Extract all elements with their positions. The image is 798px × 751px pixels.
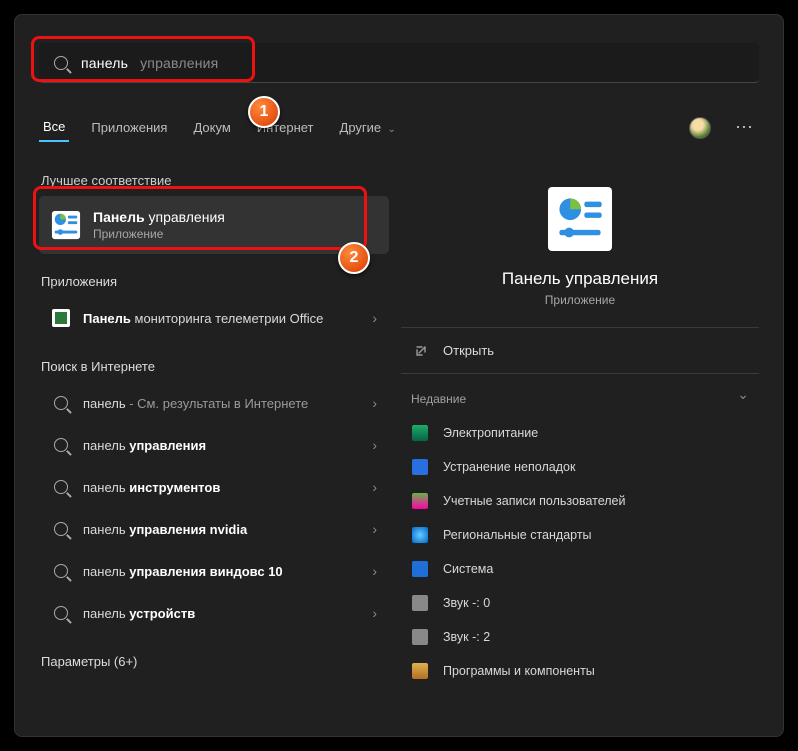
region-icon [411, 526, 429, 544]
web-result-row[interactable]: панель управления nvidia › [39, 508, 389, 550]
system-icon [411, 560, 429, 578]
open-icon [411, 341, 431, 361]
best-match-subtitle: Приложение [93, 227, 225, 241]
chevron-right-icon: › [372, 521, 377, 537]
recent-label: Недавние [411, 392, 759, 406]
chevron-right-icon: › [372, 605, 377, 621]
web-result-row[interactable]: панель устройств › [39, 592, 389, 634]
search-bar[interactable]: панель управления [39, 43, 759, 83]
recent-item-label: Устранение неполадок [443, 460, 575, 474]
web-result-text: панель устройств [83, 606, 360, 621]
app-result-row[interactable]: Панель мониторинга телеметрии Office › [39, 297, 389, 339]
web-result-text: панель управления [83, 438, 360, 453]
best-match-item[interactable]: Панель управления Приложение [39, 196, 389, 254]
tab-documents[interactable]: Докум [189, 114, 234, 141]
app-result-text: Панель мониторинга телеметрии Office [83, 311, 360, 326]
troubleshoot-icon [411, 458, 429, 476]
sound-icon [411, 594, 429, 612]
recent-item[interactable]: Устранение неполадок [401, 450, 759, 484]
results-left-column: Лучшее соответствие Панель управления Пр… [39, 165, 389, 677]
power-icon [411, 424, 429, 442]
chevron-down-icon[interactable]: ⌄ [737, 386, 749, 403]
search-icon [51, 477, 71, 497]
search-icon [51, 393, 71, 413]
tab-apps[interactable]: Приложения [87, 114, 171, 141]
recent-item-label: Звук -: 2 [443, 630, 490, 644]
search-tabs: Все Приложения Докум Интернет Другие ⌄ ⋯ [39, 113, 759, 142]
web-result-text: панель инструментов [83, 480, 360, 495]
search-icon [51, 519, 71, 539]
tab-all[interactable]: Все [39, 113, 69, 142]
programs-icon [411, 662, 429, 680]
details-title: Панель управления [502, 269, 658, 289]
web-result-row[interactable]: панель инструментов › [39, 466, 389, 508]
recent-item[interactable]: Звук -: 2 [401, 620, 759, 654]
recent-item[interactable]: Учетные записи пользователей [401, 484, 759, 518]
search-typed-text: панель [81, 55, 128, 71]
settings-group-label: Параметры (6+) [41, 654, 389, 669]
recent-item-label: Региональные стандарты [443, 528, 592, 542]
details-right-panel: Панель управления Приложение Открыть ⌄ Н… [401, 165, 759, 688]
recent-item-label: Учетные записи пользователей [443, 494, 626, 508]
web-result-text: панель управления виндовс 10 [83, 564, 360, 579]
chevron-down-icon: ⌄ [385, 124, 396, 135]
web-result-row[interactable]: панель управления › [39, 424, 389, 466]
recent-item[interactable]: Электропитание [401, 416, 759, 450]
recent-item[interactable]: Звук -: 0 [401, 586, 759, 620]
best-match-label: Лучшее соответствие [41, 173, 389, 188]
recent-item-label: Система [443, 562, 493, 576]
web-result-row[interactable]: панель - См. результаты в Интернете › [39, 382, 389, 424]
office-telemetry-icon [51, 308, 71, 328]
more-menu-button[interactable]: ⋯ [729, 117, 759, 138]
web-result-text: панель - См. результаты в Интернете [83, 396, 360, 411]
search-icon [51, 53, 71, 73]
recent-item[interactable]: Региональные стандарты [401, 518, 759, 552]
chevron-right-icon: › [372, 395, 377, 411]
search-suggestion-text: управления [140, 55, 218, 71]
chevron-right-icon: › [372, 437, 377, 453]
open-action[interactable]: Открыть [401, 328, 759, 374]
control-panel-icon [548, 187, 612, 251]
search-window: панель управления Все Приложения Докум Ин… [14, 14, 784, 737]
recent-item-label: Электропитание [443, 426, 538, 440]
user-avatar[interactable] [689, 117, 711, 139]
search-icon [51, 603, 71, 623]
web-result-text: панель управления nvidia [83, 522, 360, 537]
sound-icon [411, 628, 429, 646]
tab-web[interactable]: Интернет [253, 114, 318, 141]
search-icon [51, 561, 71, 581]
chevron-right-icon: › [372, 479, 377, 495]
details-subtitle: Приложение [545, 293, 615, 307]
chevron-right-icon: › [372, 563, 377, 579]
apps-group-label: Приложения [41, 274, 389, 289]
details-header: Панель управления Приложение [401, 165, 759, 307]
users-icon [411, 492, 429, 510]
recent-item[interactable]: Программы и компоненты [401, 654, 759, 688]
tab-more-label: Другие [340, 120, 382, 135]
recent-item[interactable]: Система [401, 552, 759, 586]
best-match-title: Панель управления [93, 209, 225, 225]
chevron-right-icon: › [372, 310, 377, 326]
tab-more[interactable]: Другие ⌄ [336, 114, 400, 141]
recent-item-label: Программы и компоненты [443, 664, 595, 678]
search-icon [51, 435, 71, 455]
control-panel-icon [51, 210, 81, 240]
web-group-label: Поиск в Интернете [41, 359, 389, 374]
recent-item-label: Звук -: 0 [443, 596, 490, 610]
open-label: Открыть [443, 343, 494, 358]
web-result-row[interactable]: панель управления виндовс 10 › [39, 550, 389, 592]
